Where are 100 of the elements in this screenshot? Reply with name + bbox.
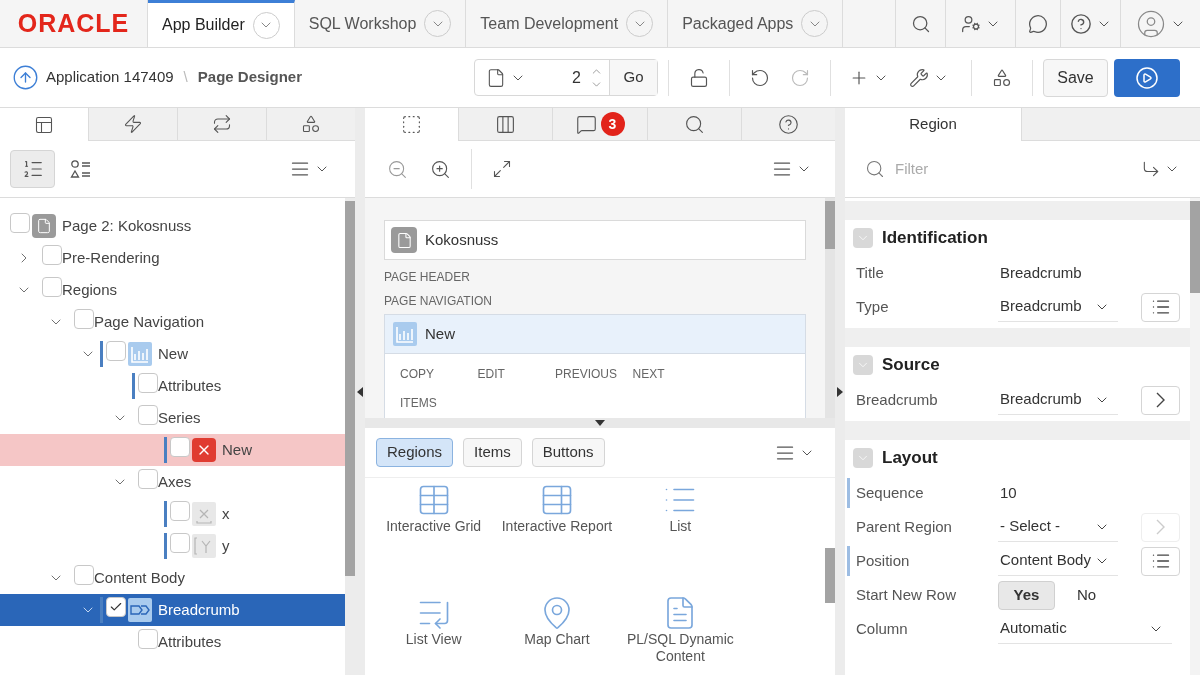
collapse-toggle[interactable]: [853, 228, 873, 248]
checkbox[interactable]: [170, 533, 190, 553]
row-highlight[interactable]: [0, 434, 345, 466]
checkbox[interactable]: [138, 405, 158, 425]
group-title[interactable]: Source: [882, 352, 940, 378]
region-button-label[interactable]: COPY: [400, 360, 478, 389]
group-title[interactable]: Identification: [882, 225, 988, 251]
property-label: Breadcrumb: [856, 389, 939, 410]
collapse-left-icon[interactable]: [357, 386, 363, 397]
checkbox[interactable]: [42, 245, 62, 265]
checkbox[interactable]: [170, 501, 190, 521]
gallery-item-label[interactable]: List: [620, 518, 741, 535]
region-card[interactable]: New COPY EDIT PREVIOUS NEXT ITEMS: [384, 314, 806, 418]
select-field[interactable]: - Select -: [998, 512, 1118, 542]
scrollbar-thumb[interactable]: [1190, 201, 1200, 293]
tree-label: Series: [158, 407, 201, 428]
group-title[interactable]: Layout: [882, 445, 938, 471]
user-settings-icon[interactable]: [960, 13, 981, 34]
checkbox[interactable]: [106, 341, 126, 361]
property-label: Start New Row: [856, 584, 958, 605]
checkbox[interactable]: [138, 469, 158, 489]
region-button-label[interactable]: EDIT: [477, 360, 555, 389]
redo-icon[interactable]: [790, 67, 810, 88]
page-icon: [486, 67, 506, 88]
toggle-option[interactable]: Yes: [998, 580, 1055, 610]
region-title: New: [425, 323, 455, 344]
filter-button[interactable]: Buttons: [531, 438, 605, 467]
gallery-item-label[interactable]: Map Chart: [497, 631, 617, 648]
wrench-icon[interactable]: [908, 67, 929, 88]
save-button[interactable]: Save: [1043, 58, 1108, 97]
expand-icon[interactable]: [492, 159, 512, 179]
layout-icon: [34, 114, 54, 135]
zoom-in-icon[interactable]: [430, 158, 451, 180]
zoom-out-icon[interactable]: [387, 158, 408, 180]
go-to-icon[interactable]: [1141, 159, 1161, 179]
gallery-item-label[interactable]: Interactive Grid: [373, 518, 494, 535]
select-field[interactable]: Content Body: [998, 546, 1118, 576]
checkbox[interactable]: [138, 373, 158, 393]
nav-tab[interactable]: Team Development: [466, 0, 669, 47]
scrollbar-thumb[interactable]: [825, 548, 835, 603]
logo[interactable]: ORACLE: [17, 11, 130, 36]
collapse-toggle[interactable]: [853, 355, 873, 375]
property-label: Position: [856, 550, 911, 571]
scrollbar-thumb[interactable]: [825, 201, 835, 249]
avatar-icon[interactable]: [1135, 8, 1166, 39]
gallery-item-label[interactable]: PL/SQL Dynamic Content: [620, 631, 741, 665]
page-number-field[interactable]: 2: [537, 60, 581, 95]
view-toggle[interactable]: [10, 150, 55, 188]
collapse-toggle[interactable]: [853, 448, 873, 468]
tab[interactable]: [458, 108, 553, 141]
unlock-icon[interactable]: [689, 67, 709, 88]
gallery-item-label[interactable]: Interactive Report: [497, 518, 617, 535]
property-action-button[interactable]: [1141, 292, 1180, 322]
tree-label: Axes: [158, 471, 192, 492]
tab[interactable]: Region: [845, 108, 1022, 141]
undo-icon[interactable]: [750, 67, 770, 88]
shapes-icon[interactable]: [992, 67, 1012, 88]
nav-tab[interactable]: App Builder: [148, 0, 295, 47]
scrollbar-thumb[interactable]: [345, 201, 355, 576]
page-card[interactable]: Kokosnuss: [384, 220, 806, 260]
chat-icon[interactable]: [1028, 13, 1048, 34]
go-button[interactable]: Go: [609, 60, 657, 95]
nav-tab[interactable]: SQL Workshop: [294, 0, 467, 47]
nav-tab[interactable]: Packaged Apps: [668, 0, 844, 47]
search-icon[interactable]: [910, 13, 931, 34]
select-field[interactable]: Automatic: [998, 614, 1172, 644]
checkbox[interactable]: [170, 437, 190, 457]
filter-button[interactable]: Items: [463, 438, 522, 467]
help-icon[interactable]: [1069, 12, 1092, 35]
checkbox[interactable]: [74, 309, 94, 329]
checkbox[interactable]: [138, 629, 158, 649]
property-action-button[interactable]: [1141, 546, 1180, 576]
gallery-item-label[interactable]: List View: [373, 631, 494, 648]
checkbox[interactable]: [42, 277, 62, 297]
checkbox[interactable]: [106, 597, 126, 617]
checkbox[interactable]: [74, 565, 94, 585]
region-button-label[interactable]: NEXT: [632, 360, 710, 389]
filter-button[interactable]: Regions: [376, 438, 454, 467]
collapse-down-icon[interactable]: [595, 420, 605, 426]
collapse-right-icon[interactable]: [837, 386, 843, 397]
breadcrumb-separator: \: [183, 67, 188, 88]
bar-chart-icon: [128, 342, 152, 366]
page-icon: [32, 214, 56, 238]
page-selector[interactable]: 2 Go: [474, 59, 658, 96]
property-action-button[interactable]: [1141, 385, 1180, 415]
error-icon: [192, 438, 216, 462]
toggle-option[interactable]: No: [1058, 580, 1115, 610]
up-icon[interactable]: [12, 64, 39, 91]
run-button[interactable]: [1114, 58, 1180, 97]
y-axis-icon: [192, 534, 216, 558]
region-button-label[interactable]: PREVIOUS: [555, 360, 633, 389]
row-highlight[interactable]: [0, 594, 345, 626]
tree-label: Breadcrumb: [158, 599, 240, 620]
breadcrumb-link[interactable]: Application 147409: [46, 66, 174, 89]
checkbox[interactable]: [10, 213, 30, 233]
message-icon: [575, 113, 597, 135]
select-field[interactable]: Breadcrumb: [998, 292, 1118, 322]
region-button-label[interactable]: ITEMS: [400, 389, 478, 418]
tab[interactable]: 3: [552, 108, 647, 141]
select-field[interactable]: Breadcrumb: [998, 385, 1118, 415]
